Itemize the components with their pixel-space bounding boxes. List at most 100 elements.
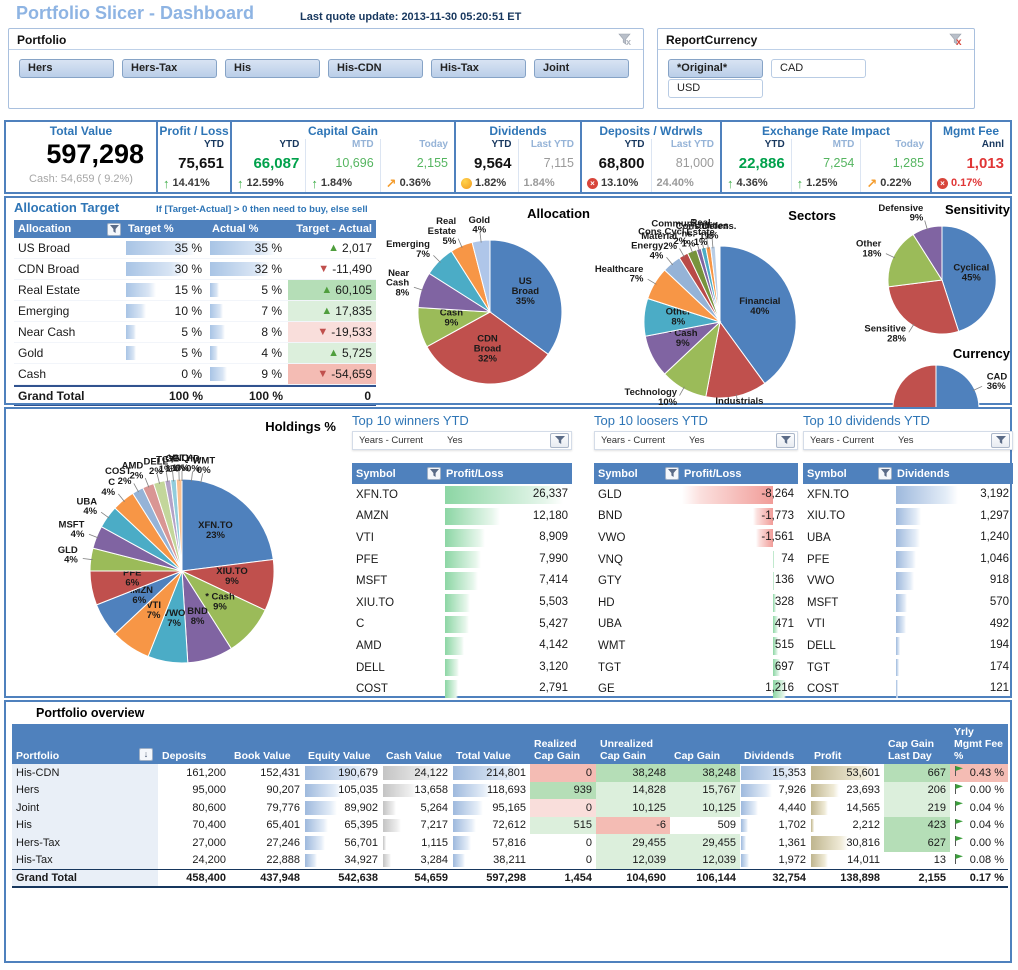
overview-cell-9: 4,440 (740, 799, 810, 817)
value: 1,361 (778, 837, 806, 849)
overview-cell-9: 1,972 (740, 852, 810, 870)
clear-filter-icon[interactable]: x (948, 32, 966, 47)
report-currency-slicer-title: ReportCurrency (666, 33, 757, 47)
overview-cell-2: 79,776 (230, 799, 304, 817)
top10-row: TGT174 (803, 657, 1013, 679)
kpi-title: Mgmt Fee (932, 122, 1010, 139)
kpi-percent-value: 13.10% (601, 177, 638, 189)
symbol-cell: VTI (803, 618, 895, 630)
overview-cell-2: 90,207 (230, 782, 304, 800)
overview-cell-1: 95,000 (158, 782, 230, 800)
kpi-value: 81,000 (652, 152, 721, 175)
allocation-target-value: 35 % (124, 241, 208, 255)
allocation-grand-total-row: Grand Total100 %100 %0 (14, 385, 376, 406)
top10-table: SymbolDividendsXFN.TO3,192XIU.TO1,297UBA… (803, 463, 1013, 700)
kpi-percent-value: 0.17% (951, 177, 982, 189)
pie-svg: XFN.TO23%XIU.TO9%* Cash9%BND8%VWO7%VTI7%… (10, 411, 346, 697)
kpi-title: Profit / Loss (158, 122, 230, 139)
overview-cell-12: 0.08 % (950, 852, 1008, 870)
down-triangle-icon: ▼ (317, 368, 328, 380)
kpi-value: 7,254 (792, 152, 861, 175)
overview-cell-7: 38,248 (596, 764, 670, 782)
allocation-name: Real Estate (14, 280, 124, 300)
slicer-button-cad[interactable]: CAD (771, 59, 866, 78)
sort-icon[interactable]: ↓ (139, 748, 153, 761)
kpi-percent: 1.82% (456, 175, 518, 191)
overview-cell-0: Hers-Tax (12, 834, 158, 852)
filter-icon[interactable] (878, 467, 892, 480)
data-bar (896, 572, 914, 590)
value-cell: 174 (895, 657, 1013, 679)
top10-row: HD328 (594, 592, 798, 614)
symbol-cell: TGT (803, 662, 895, 674)
overview-band: Portfolio overview Portfolio↓DepositsBoo… (4, 700, 1012, 963)
data-bar (453, 784, 491, 798)
value-cell: 194 (895, 635, 1013, 657)
filter-dropdown-button[interactable] (776, 433, 795, 448)
allocation-name: CDN Broad (14, 259, 124, 279)
data-bar (445, 572, 478, 590)
kpi-column: Last YTD81,00024.40% (651, 139, 721, 192)
filter-icon[interactable] (427, 467, 441, 480)
slicer-button-joint[interactable]: Joint (534, 59, 629, 78)
overview-cell-8: 106,144 (670, 869, 740, 887)
kpi-band: Total Value597,298Cash: 54,659 ( 9.2%)Pr… (4, 120, 1012, 194)
clear-filter-icon[interactable]: x (617, 32, 635, 47)
up-arrow-icon: ↑ (163, 177, 170, 190)
kpi-title: Dividends (456, 122, 580, 139)
allocation-delta: ▲5,725 (288, 343, 376, 363)
overview-cell-9: 15,353 (740, 764, 810, 782)
filter-dropdown-button[interactable] (550, 433, 569, 448)
slicer-button-his[interactable]: His (225, 59, 320, 78)
symbol-cell: GLD (594, 489, 682, 501)
filter-icon[interactable] (107, 223, 121, 236)
value: 4,142 (539, 635, 568, 657)
overview-cell-6: 0 (530, 799, 596, 817)
report-currency-slicer-buttons: *Original* CAD USD (658, 50, 974, 106)
overview-header-12: Yrly Mgmt Fee % (950, 724, 1008, 764)
value: 53,601 (846, 767, 880, 779)
kpi-percent-value: 1.84% (321, 177, 352, 189)
slicer-button-his-cdn[interactable]: His-CDN (328, 59, 423, 78)
filter-icon[interactable] (665, 467, 679, 480)
slicer-button-original[interactable]: *Original* (668, 59, 763, 78)
symbol-cell: VTI (352, 532, 444, 544)
data-bar (811, 819, 814, 833)
allocation-actual-value: 35 % (208, 241, 288, 255)
overview-cell-0: Grand Total (12, 869, 158, 887)
kpi-column: YTD75,651↑14.41% (158, 139, 230, 192)
grand-total-cell: 100 % (124, 389, 208, 403)
overview-cell-6: 939 (530, 782, 596, 800)
kpi-percent: ↑1.25% (792, 175, 861, 191)
kpi-percent: 24.40% (652, 175, 721, 191)
filter-dropdown-button[interactable] (991, 433, 1010, 448)
value: 1,046 (980, 549, 1009, 571)
value: 3,192 (980, 484, 1009, 506)
top10-filter-bar: Years - CurrentYes (803, 431, 1013, 450)
data-bar (896, 508, 921, 526)
kpi-columns: YTD75,651↑14.41% (158, 139, 230, 192)
value: 95,165 (492, 802, 526, 814)
overview-cell-9: 7,926 (740, 782, 810, 800)
top10-row: COST2,791 (352, 678, 572, 700)
overview-cell-6: 0 (530, 852, 596, 870)
kpi-column: YTD9,5641.82% (456, 139, 518, 192)
overview-cell-10: 23,693 (810, 782, 884, 800)
allocation-row: Emerging10 %7 %▲17,835 (14, 301, 376, 322)
allocation-actual-value: 4 % (208, 346, 288, 360)
overview-cell-0: His-CDN (12, 764, 158, 782)
top10-row: VWO-1,561 (594, 527, 798, 549)
symbol-cell: AMZN (352, 510, 444, 522)
symbol-cell: VWO (594, 532, 682, 544)
value-cell: 121 (895, 678, 1013, 700)
top10-title: Top 10 loosers YTD (594, 413, 798, 431)
symbol-header: Symbol (594, 467, 682, 480)
overview-cell-4: 13,658 (382, 782, 452, 800)
slicer-button-his-tax[interactable]: His-Tax (431, 59, 526, 78)
slicer-button-hers[interactable]: Hers (19, 59, 114, 78)
data-bar (811, 854, 828, 867)
slicer-button-hers-tax[interactable]: Hers-Tax (122, 59, 217, 78)
slicer-button-usd[interactable]: USD (668, 79, 763, 98)
overview-row: Hers-Tax27,00027,24656,7011,11557,816029… (12, 834, 1008, 852)
top10-row: DELL3,120 (352, 657, 572, 679)
